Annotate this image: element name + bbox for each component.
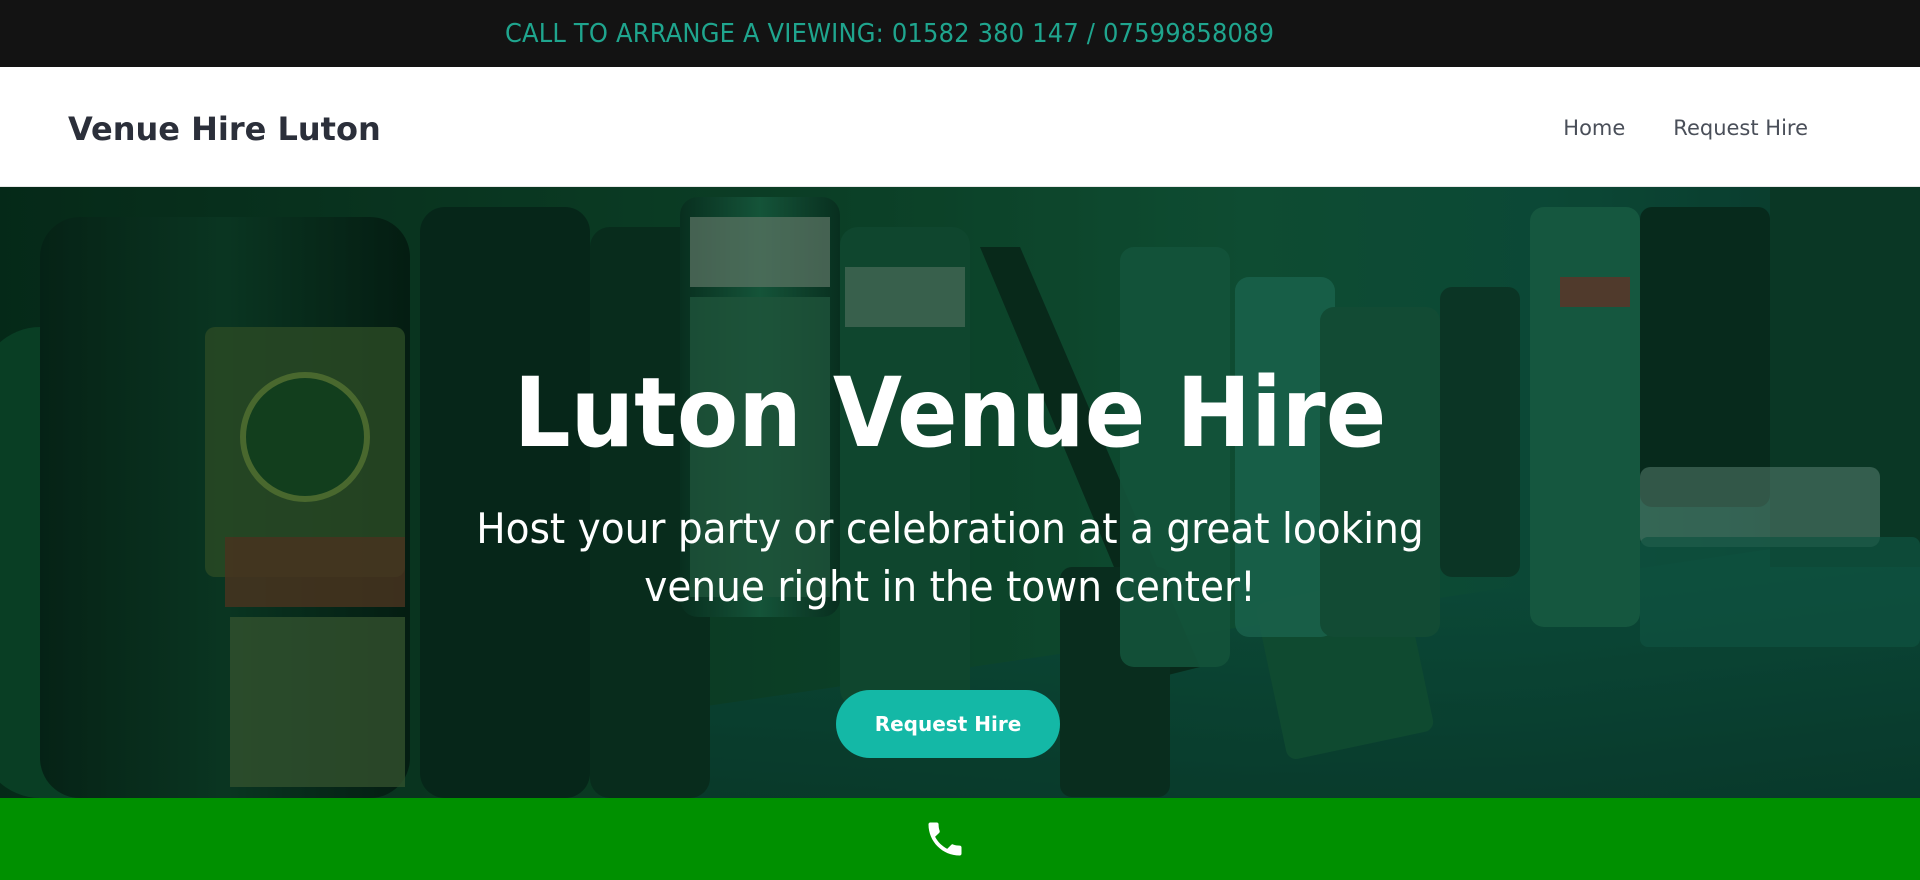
hero-title: Luton Venue Hire xyxy=(513,357,1387,469)
nav-link-request-hire[interactable]: Request Hire xyxy=(1673,116,1808,140)
call-now-bar[interactable] xyxy=(0,798,1920,880)
nav-link-home[interactable]: Home xyxy=(1563,116,1625,140)
hero-section: Luton Venue Hire Host your party or cele… xyxy=(0,187,1920,798)
phone-icon xyxy=(928,822,962,856)
announcement-bar: CALL TO ARRANGE A VIEWING: 01582 380 147… xyxy=(0,0,1920,67)
hero-subtitle: Host your party or celebration at a grea… xyxy=(476,504,1424,611)
site-logo-link[interactable]: Venue Hire Luton xyxy=(68,110,381,148)
main-nav: Home Request Hire xyxy=(1563,116,1808,140)
viewing-phone-text[interactable]: CALL TO ARRANGE A VIEWING: 01582 380 147… xyxy=(505,19,1274,49)
site-header: Venue Hire Luton Home Request Hire xyxy=(0,67,1920,187)
request-hire-button[interactable]: Request Hire xyxy=(836,690,1060,758)
